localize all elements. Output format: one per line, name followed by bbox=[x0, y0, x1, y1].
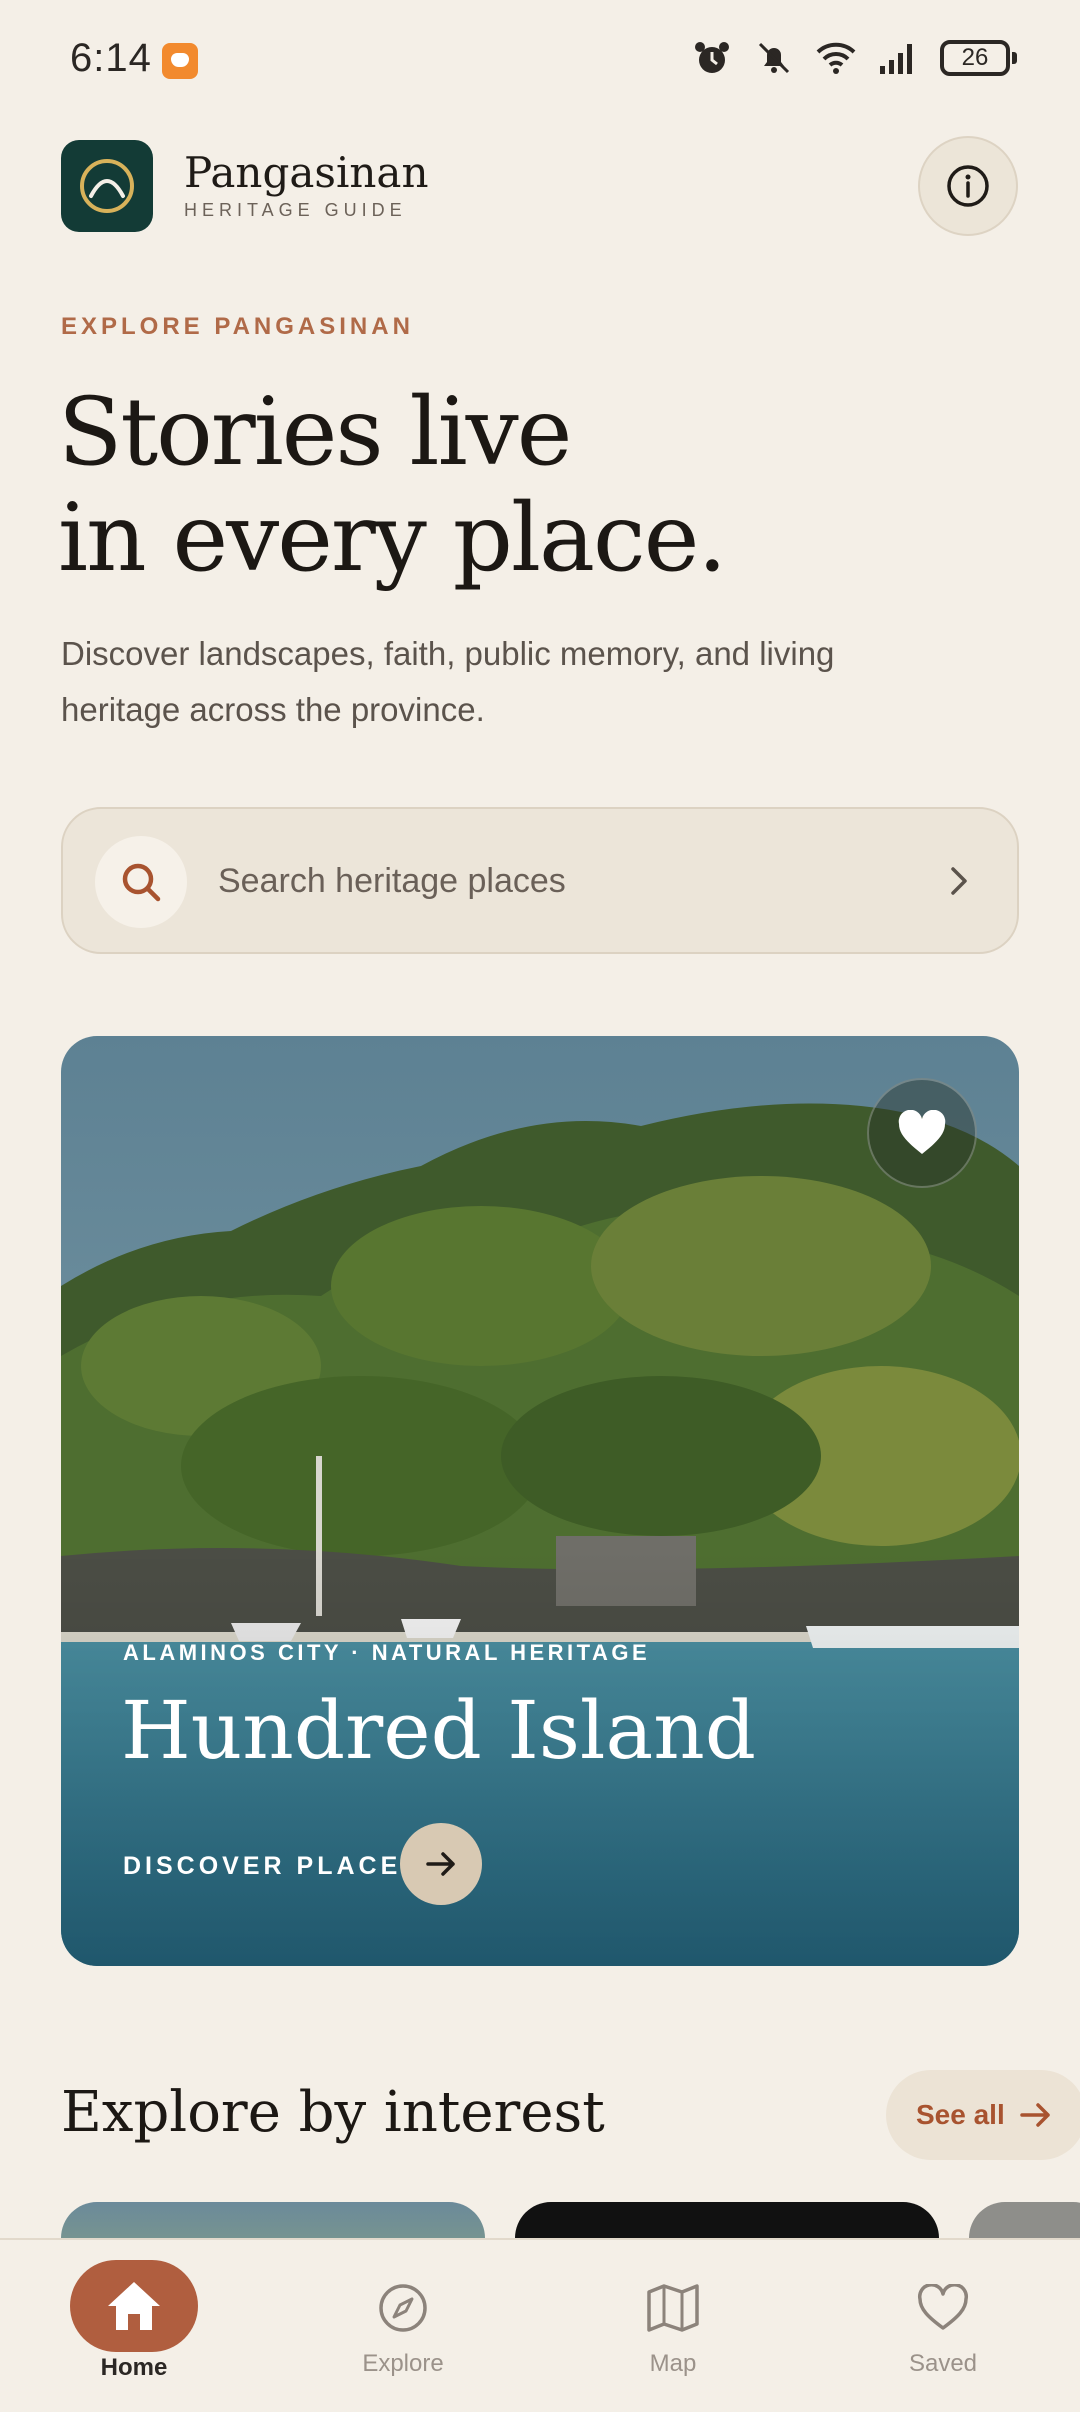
battery-indicator: 26 bbox=[940, 40, 1017, 76]
search-icon-container bbox=[95, 836, 187, 928]
compass-icon bbox=[379, 2284, 427, 2332]
hero-title: Stories live in every place. bbox=[58, 378, 727, 593]
nav-home[interactable]: Home bbox=[34, 2240, 234, 2412]
arrow-right-icon bbox=[1019, 2103, 1050, 2127]
mute-bell-icon bbox=[758, 42, 790, 74]
nav-home-active-pill bbox=[70, 2260, 198, 2352]
app-logo bbox=[61, 140, 153, 232]
chevron-right-icon bbox=[951, 867, 967, 895]
hero-eyebrow: EXPLORE PANGASINAN bbox=[61, 313, 414, 340]
brand-name: Pangasinan bbox=[184, 148, 429, 197]
wifi-icon bbox=[816, 42, 856, 74]
featured-place-meta: ALAMINOS CITY · NATURAL HERITAGE bbox=[123, 1640, 651, 1665]
nav-home-label: Home bbox=[100, 2354, 168, 2381]
section-title: Explore by interest bbox=[61, 2080, 605, 2145]
featured-place-title: Hundred Island bbox=[121, 1684, 756, 1777]
bottom-navigation: Home Explore Map Saved bbox=[0, 2238, 1080, 2412]
featured-place-image bbox=[61, 1036, 1019, 1966]
brand-subtitle: HERITAGE GUIDE bbox=[184, 200, 407, 220]
nav-map-label: Map bbox=[649, 2350, 697, 2377]
hero-title-line-2: in every place. bbox=[58, 484, 727, 593]
info-button[interactable] bbox=[918, 136, 1018, 236]
nav-saved[interactable]: Saved bbox=[843, 2240, 1043, 2412]
map-icon bbox=[647, 2284, 699, 2332]
nav-explore-label: Explore bbox=[362, 2350, 444, 2377]
arrow-right-icon bbox=[426, 1852, 455, 1876]
search-placeholder: Search heritage places bbox=[218, 862, 566, 900]
status-icons: 26 bbox=[692, 38, 1017, 78]
home-icon bbox=[108, 2282, 160, 2330]
favorite-button[interactable] bbox=[867, 1078, 977, 1188]
status-bar: 6:14 26 bbox=[0, 0, 1080, 120]
see-all-button[interactable]: See all bbox=[886, 2070, 1080, 2160]
see-all-label: See all bbox=[916, 2099, 1005, 2130]
app-notification-icon bbox=[162, 43, 198, 79]
status-time: 6:14 bbox=[70, 36, 152, 80]
featured-place-card[interactable]: ALAMINOS CITY · NATURAL HERITAGE Hundred… bbox=[61, 1036, 1019, 1966]
signal-icon bbox=[880, 44, 912, 74]
nav-saved-label: Saved bbox=[908, 2350, 978, 2377]
hero-description: Discover landscapes, faith, public memor… bbox=[61, 635, 835, 728]
nav-map[interactable]: Map bbox=[573, 2240, 773, 2412]
heart-icon bbox=[898, 1110, 946, 1154]
hero-title-line-1: Stories live bbox=[58, 378, 572, 487]
discover-place-label[interactable]: DISCOVER PLACE bbox=[123, 1852, 401, 1881]
search-icon bbox=[122, 863, 161, 902]
discover-place-button[interactable] bbox=[400, 1823, 482, 1905]
logo-arch-icon bbox=[80, 159, 134, 213]
nav-explore[interactable]: Explore bbox=[303, 2240, 503, 2412]
alarm-icon bbox=[695, 42, 729, 73]
heart-icon bbox=[917, 2284, 969, 2330]
search-bar[interactable]: Search heritage places bbox=[61, 807, 1019, 954]
info-icon bbox=[947, 165, 989, 207]
